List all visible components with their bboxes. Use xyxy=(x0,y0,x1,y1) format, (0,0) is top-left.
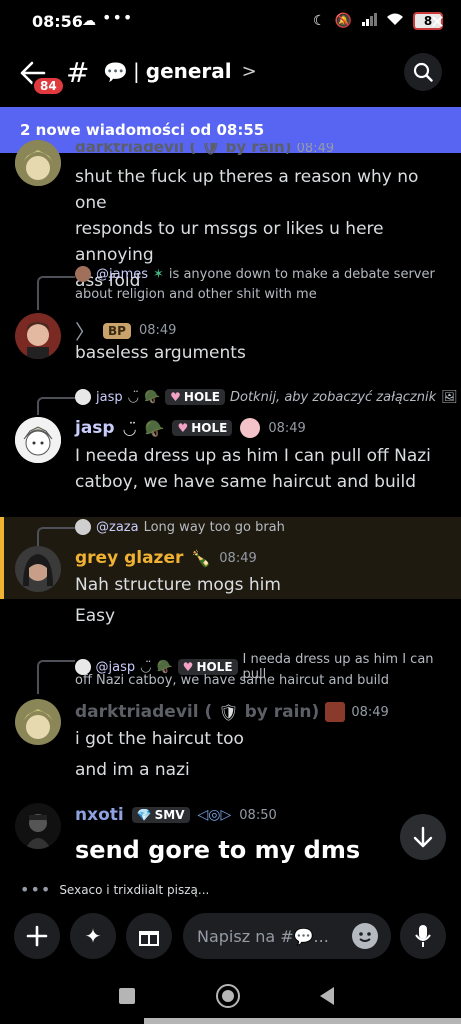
search-icon xyxy=(413,62,433,82)
emoji-icon xyxy=(353,924,377,948)
reply-preview[interactable]: jasp ◡̈ 🪖 ♥ HOLE Dotknij, aby zobaczyć za… xyxy=(75,389,458,405)
wifi-icon xyxy=(386,12,404,30)
reply-connector xyxy=(37,276,75,310)
author-name[interactable]: darktriadevil ( 🛡 by rain) xyxy=(75,143,292,156)
gift-icon xyxy=(139,931,159,946)
more-notifications-icon: ••• xyxy=(102,8,134,27)
emoji-button[interactable] xyxy=(352,923,378,949)
channel-title[interactable]: | general > xyxy=(133,59,257,83)
apps-icon: ✦ xyxy=(84,924,102,948)
role-tag: ♥ HOLE xyxy=(172,420,233,436)
smile-icon: ◡̈ xyxy=(122,418,137,438)
message-time: 08:49 xyxy=(351,704,389,720)
moon-icon: ☾ xyxy=(313,13,326,29)
reply-avatar xyxy=(75,519,91,535)
typing-dots-icon: ••• xyxy=(20,880,52,899)
avatar[interactable] xyxy=(15,417,61,463)
system-nav-bar xyxy=(0,968,461,1024)
reply-avatar xyxy=(75,389,91,405)
message-header: darktriadevil ( 🛡 by rain) 08:49 xyxy=(75,143,375,157)
home-indicator xyxy=(144,1018,461,1024)
chevron-right-icon: > xyxy=(241,60,257,82)
message-body: Nah structure mogs him xyxy=(75,575,281,595)
gift-button[interactable] xyxy=(126,913,172,959)
recents-icon[interactable] xyxy=(119,988,135,1004)
speech-bubble-icon: 💬 xyxy=(103,60,128,84)
author-name[interactable]: darktriadevil ( xyxy=(75,702,212,722)
bell-off-icon: 🔕 xyxy=(334,13,352,29)
cloud-icon: ☁ xyxy=(82,13,96,29)
message-body: i got the haircut too and im a nazi xyxy=(75,729,244,780)
home-icon[interactable] xyxy=(216,984,240,1008)
shield-icon: 🛡 xyxy=(218,702,239,722)
message-body: send gore to my dms xyxy=(75,836,361,864)
reply-connector xyxy=(37,660,75,694)
message-body: Easy xyxy=(75,606,116,626)
avatar[interactable] xyxy=(15,140,61,186)
smile-icon: ◡̈ xyxy=(127,389,139,405)
message-composer: ✦ Napisz na #💬... xyxy=(0,904,461,968)
wings-icon: ◁◎▷ xyxy=(197,807,232,823)
role-tag: ♥ HOLE xyxy=(165,389,225,405)
message-time: 08:49 xyxy=(268,420,306,436)
typing-indicator: ••• Sexaco i trixdiialt piszą... xyxy=(20,880,210,899)
sparkle-icon: ✶ xyxy=(153,266,164,282)
helmet-icon: 🪖 xyxy=(143,389,161,405)
apps-button[interactable]: ✦ xyxy=(70,913,116,959)
channel-name: general xyxy=(145,59,232,83)
status-icons: ☾ 🔕 8 xyxy=(313,12,443,30)
role-tag: BP xyxy=(103,322,131,339)
author-name[interactable]: grey glazer xyxy=(75,548,183,568)
role-icon xyxy=(325,702,346,722)
status-bar: 08:56 ☁ ••• ☾ 🔕 8 xyxy=(0,0,461,46)
back-nav-icon[interactable] xyxy=(318,986,336,1010)
status-time: 08:56 xyxy=(32,12,83,31)
reply-preview[interactable]: @james ✶ is anyone down to make a debate… xyxy=(75,266,445,282)
author-name[interactable]: jasp xyxy=(75,418,115,438)
message-time: 08:49 xyxy=(296,143,335,156)
hash-icon: # xyxy=(66,56,90,89)
banner-text: 2 nowe wiadomości od 08:55 xyxy=(20,121,265,139)
author-name[interactable]: nxoti xyxy=(75,805,124,825)
voice-message-button[interactable] xyxy=(400,913,446,959)
avatar[interactable] xyxy=(15,803,61,849)
helmet-icon: 🪖 xyxy=(144,418,165,438)
image-icon: 🖼 xyxy=(441,389,458,405)
avatar[interactable] xyxy=(15,313,61,359)
message-header: darktriadevil ( 🛡 by rain) 08:49 xyxy=(75,702,389,722)
message-header: grey glazer 🍾 08:49 xyxy=(75,548,257,568)
message-time: 08:49 xyxy=(138,323,177,338)
message-time: 08:50 xyxy=(239,807,277,823)
jump-to-bottom-button[interactable] xyxy=(400,814,446,860)
message-header: nxoti 💎 SMV ◁◎▷ 08:50 xyxy=(75,805,277,825)
role-icon xyxy=(240,418,261,438)
reply-connector xyxy=(37,397,75,415)
plus-icon xyxy=(26,925,48,947)
avatar[interactable] xyxy=(15,546,61,592)
add-button[interactable] xyxy=(14,913,60,959)
reply-avatar xyxy=(75,266,91,282)
reply-preview[interactable]: @zaza Long way too go brah xyxy=(75,519,285,535)
message-body: baseless arguments xyxy=(75,343,246,363)
message-header: jasp ◡̈ 🪖 ♥ HOLE 08:49 xyxy=(75,418,306,438)
channel-header: 84 # 💬 | general > xyxy=(0,46,461,104)
search-button[interactable] xyxy=(404,53,442,91)
unread-badge: 84 xyxy=(32,76,65,96)
role-tag: 💎 SMV xyxy=(131,807,190,823)
message-body: I needa dress up as him I can pull off N… xyxy=(75,446,431,492)
close-icon[interactable]: ✕ xyxy=(430,12,445,33)
microphone-icon xyxy=(415,925,431,947)
message-time: 08:49 xyxy=(219,550,257,566)
avatar[interactable] xyxy=(15,699,61,745)
reply-connector xyxy=(37,527,75,547)
arrow-down-icon xyxy=(413,826,433,848)
role-icon: 🍾 xyxy=(191,548,212,568)
signal-icon xyxy=(361,12,377,30)
